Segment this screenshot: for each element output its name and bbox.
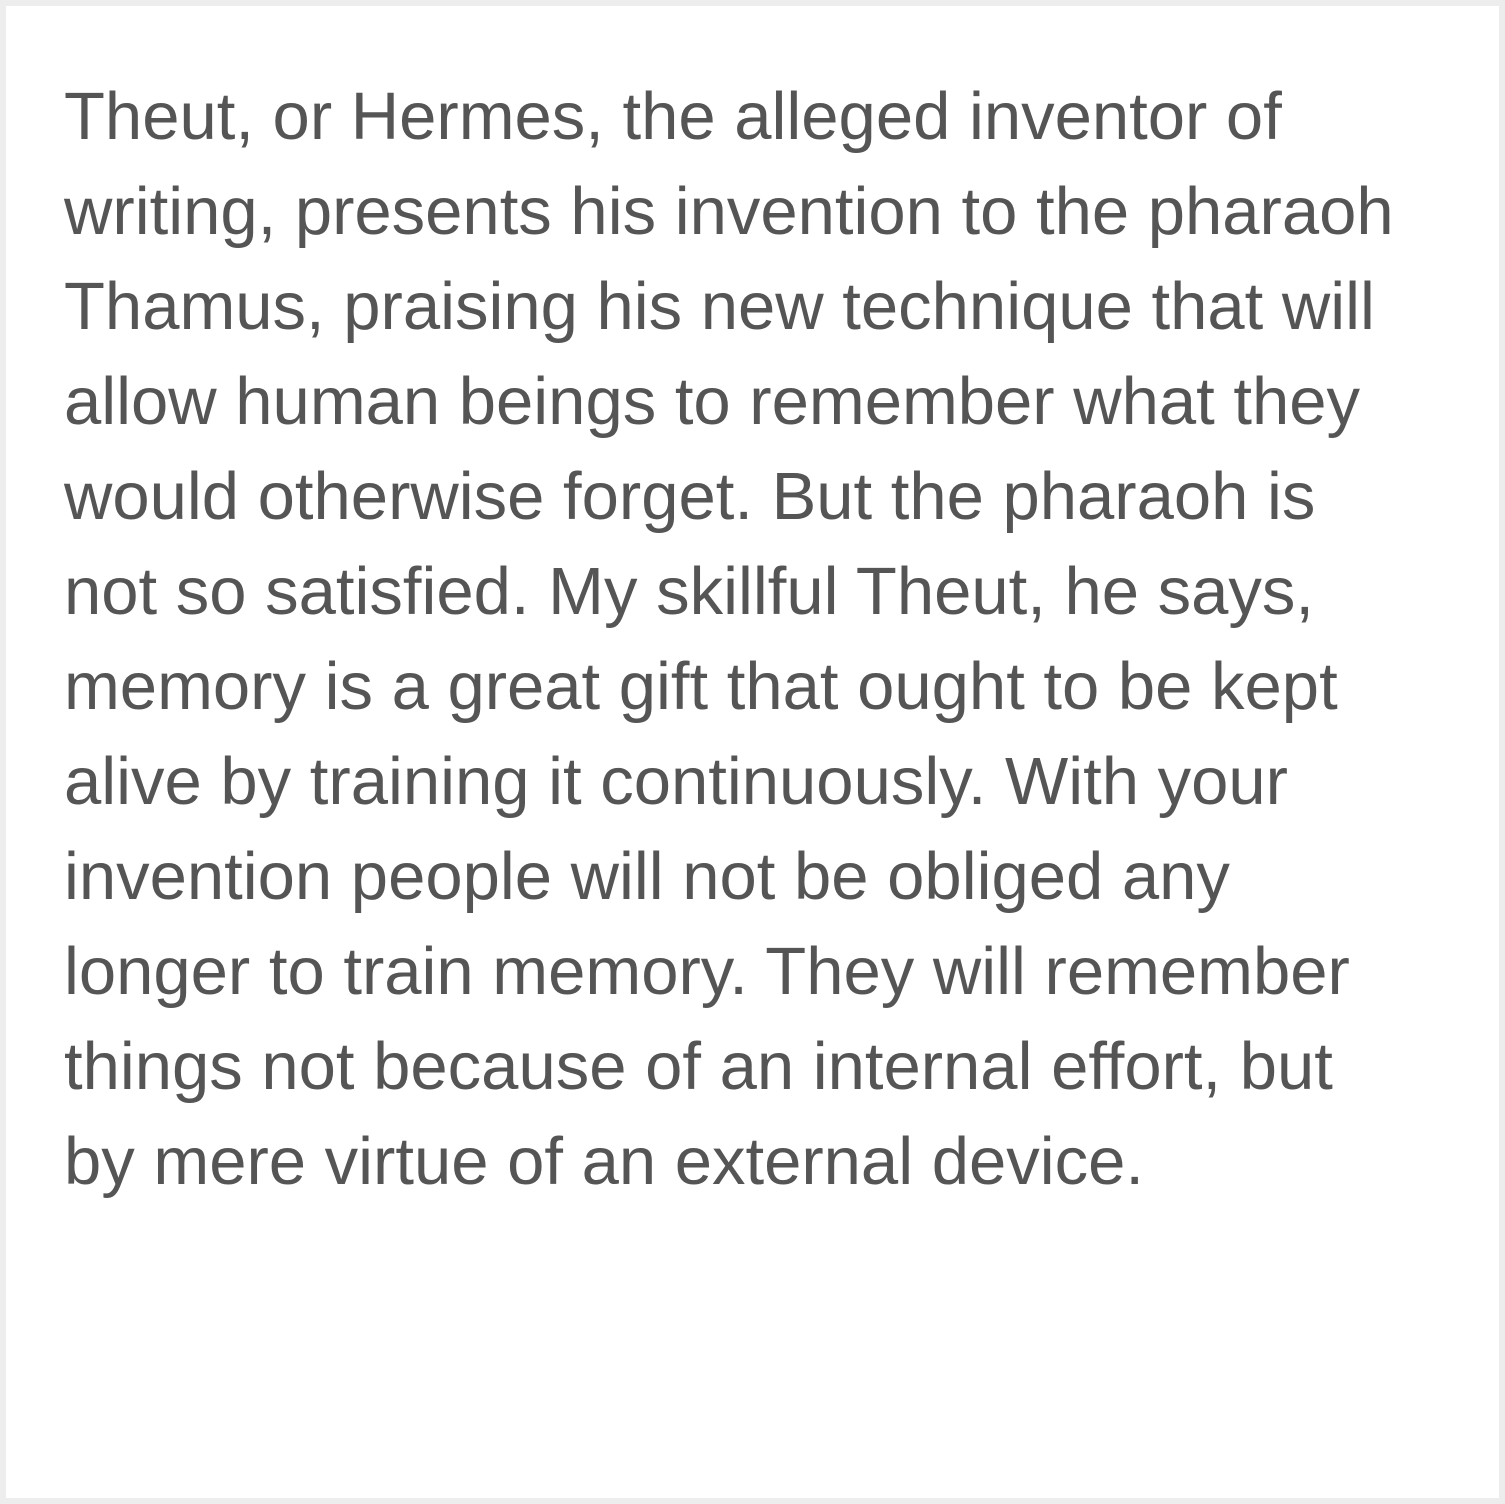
text-line: Thamus, praising his new technique that … [64, 269, 1375, 344]
text-line: allow human beings to remember what they [64, 364, 1360, 439]
text-line: longer to train memory. They will rememb… [64, 934, 1350, 1009]
text-line: alive by training it continuously. With … [64, 744, 1288, 819]
text-line: Theut, or Hermes, the alleged inventor o… [64, 79, 1282, 154]
document-page: Theut, or Hermes, the alleged inventor o… [6, 6, 1499, 1498]
text-line: memory is a great gift that ought to be … [64, 649, 1338, 724]
paragraph: Theut, or Hermes, the alleged inventor o… [64, 69, 1444, 1209]
text-line: things not because of an internal effort… [64, 1029, 1333, 1104]
text-line: writing, presents his invention to the p… [64, 174, 1394, 249]
text-line: not so satisfied. My skillful Theut, he … [64, 554, 1314, 629]
text-line: would otherwise forget. But the pharaoh … [64, 459, 1316, 534]
text-line: by mere virtue of an external device. [64, 1124, 1144, 1199]
text-line: invention people will not be obliged any [64, 839, 1230, 914]
